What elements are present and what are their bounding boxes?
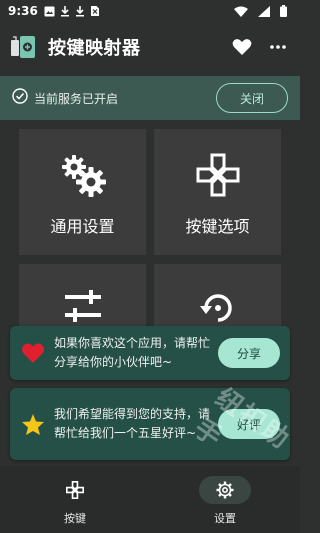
star-icon — [20, 413, 46, 436]
favorite-icon[interactable] — [232, 38, 252, 56]
tile-key-options-label: 按键选项 — [185, 217, 250, 236]
tile-restore[interactable] — [154, 264, 281, 326]
gear-icon — [199, 476, 251, 504]
gamepad-icon — [196, 153, 240, 197]
app-logo-icon — [10, 34, 36, 60]
status-bar: 9:36 — [0, 0, 300, 22]
download-icon — [60, 5, 70, 17]
restore-icon — [198, 288, 238, 328]
service-status-bar: 当前服务已开启 关闭 — [0, 76, 300, 120]
nav-item-settings[interactable]: 设置 — [150, 466, 300, 533]
check-circle-icon — [12, 88, 28, 108]
tile-key-options[interactable]: 按键选项 — [154, 129, 281, 255]
rate-button[interactable]: 好评 — [218, 409, 280, 439]
app-title: 按键映射器 — [48, 38, 141, 59]
tile-adjust[interactable] — [19, 264, 146, 326]
share-card-text: 如果你喜欢这个应用，请帮忙分享给你的小伙伴吧~ — [54, 336, 211, 369]
heart-icon — [20, 342, 46, 364]
rate-card: 我们希望能得到您的支持，请帮忙给我们一个五星好评~ 好评 — [10, 388, 290, 460]
more-icon[interactable] — [270, 45, 286, 49]
gears-icon — [60, 153, 106, 197]
status-time: 9:36 — [8, 4, 38, 18]
no-sim-icon — [90, 5, 100, 17]
bottom-navigation: 按键 设置 — [0, 466, 300, 533]
wifi-icon — [234, 6, 248, 17]
share-card: 如果你喜欢这个应用，请帮忙分享给你的小伙伴吧~ 分享 — [10, 326, 290, 380]
rate-card-text: 我们希望能得到您的支持，请帮忙给我们一个五星好评~ — [54, 407, 211, 440]
nav-item-keys-label: 按键 — [64, 512, 86, 525]
signal-icon — [258, 5, 270, 17]
nav-item-settings-label: 设置 — [214, 512, 236, 525]
close-service-button[interactable]: 关闭 — [216, 83, 288, 113]
tile-general-settings[interactable]: 通用设置 — [19, 129, 146, 255]
gallery-icon — [44, 6, 55, 17]
service-status-text: 当前服务已开启 — [34, 91, 119, 106]
gamepad-icon — [49, 476, 101, 504]
share-button[interactable]: 分享 — [218, 338, 280, 368]
nav-item-keys[interactable]: 按键 — [0, 466, 150, 533]
app-bar: 按键映射器 — [0, 22, 300, 72]
download-icon — [75, 5, 85, 17]
tile-general-settings-label: 通用设置 — [50, 217, 115, 236]
sliders-icon — [63, 288, 103, 326]
battery-icon — [280, 5, 287, 17]
